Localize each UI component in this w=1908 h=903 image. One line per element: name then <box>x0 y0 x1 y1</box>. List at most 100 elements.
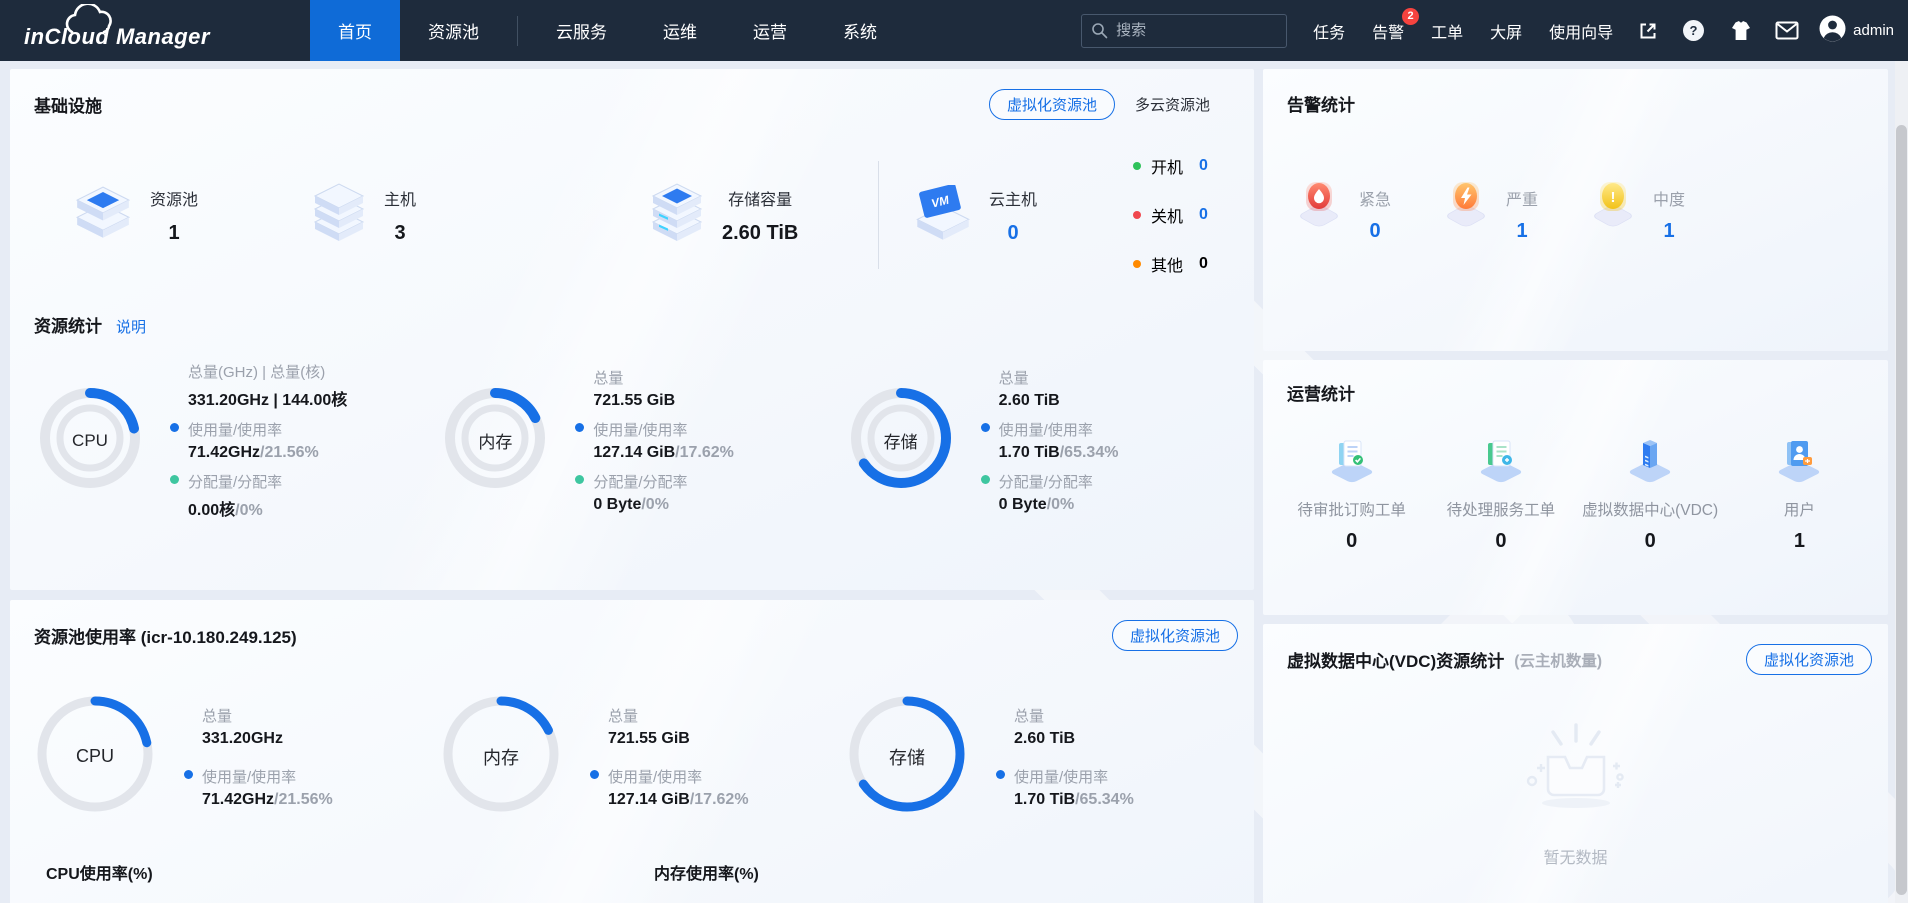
host-icon <box>310 182 368 249</box>
menu-item-resource-pool[interactable]: 资源池 <box>400 0 507 61</box>
status-row-off[interactable]: 关机0 <box>1133 203 1208 227</box>
alert-value: 1 <box>1516 220 1527 243</box>
stat-label: 资源池 <box>150 186 198 210</box>
cpu-usage-chart-title: CPU使用率(%) <box>46 860 654 884</box>
alert-value: 0 <box>1369 220 1380 243</box>
menu-item-ops[interactable]: 运维 <box>635 0 725 61</box>
external-link-icon[interactable] <box>1637 20 1659 42</box>
shirt-icon[interactable] <box>1728 20 1752 42</box>
svg-text:!: ! <box>1611 189 1616 206</box>
vdc-title: 虚拟数据中心(VDC)资源统计 <box>1287 647 1504 672</box>
critical-alarm-icon <box>1293 176 1349 235</box>
cpu-stat-group: CPU 总量(GHz) | 总量(核)331.20GHz | 144.00核 使… <box>38 361 443 520</box>
resource-donut-row: CPU 总量(GHz) | 总量(核)331.20GHz | 144.00核 使… <box>10 337 1254 520</box>
big-screen-link[interactable]: 大屏 <box>1490 19 1522 43</box>
op-value: 0 <box>1346 530 1357 553</box>
tab-virtualization-pool[interactable]: 虚拟化资源池 <box>989 89 1115 120</box>
usage-row: 使用量/使用率127.14 GiB/17.62% <box>575 419 734 462</box>
op-pending-services[interactable]: 待处理服务工单 0 <box>1426 435 1575 553</box>
infrastructure-title: 基础设施 <box>34 92 102 117</box>
vm-icon: VM <box>913 185 973 246</box>
app-logo[interactable]: inCloud Manager <box>0 0 310 61</box>
moderate-alarm-icon: ! <box>1587 176 1643 235</box>
menu-item-home[interactable]: 首页 <box>310 0 400 61</box>
alert-label: 严重 <box>1506 186 1538 210</box>
vdc-pool-pill[interactable]: 虚拟化资源池 <box>1746 644 1872 675</box>
blue-dot <box>170 423 179 432</box>
storage-usage-group: 存储 总量2.60 TiB 使用量/使用率1.70 TiB/65.34% <box>848 695 1254 818</box>
cpu-usage-group: CPU 总量331.20GHz 使用量/使用率71.42GHz/21.56% <box>36 695 442 818</box>
cloud-logo-icon <box>58 4 128 43</box>
stat-host[interactable]: 主机3 <box>310 182 648 249</box>
pool-usage-pill[interactable]: 虚拟化资源池 <box>1112 620 1238 651</box>
vm-status-list: 开机0 关机0 其他0 <box>1133 154 1208 276</box>
resource-stats-title: 资源统计 <box>34 312 102 337</box>
chart-titles-row: CPU使用率(%) 内存使用率(%) <box>10 860 1254 884</box>
alert-major[interactable]: 严重 1 <box>1440 176 1587 243</box>
menu-item-system[interactable]: 系统 <box>815 0 905 61</box>
pool-type-tabs: 虚拟化资源池 多云资源池 <box>989 89 1210 120</box>
stat-resource-pool[interactable]: 资源池 1 <box>72 185 310 246</box>
total-row: 总量331.20GHz <box>184 705 333 748</box>
memory-donut-chart: 内存 <box>443 386 547 495</box>
alert-value: 1 <box>1663 220 1674 243</box>
help-icon[interactable]: ? <box>1682 19 1705 42</box>
tickets-link[interactable]: 工单 <box>1431 19 1463 43</box>
status-label: 关机 <box>1151 203 1183 227</box>
empty-box-icon <box>1501 711 1651 834</box>
teal-dot <box>170 475 179 484</box>
op-label: 用户 <box>1784 498 1815 520</box>
infrastructure-header: 基础设施 虚拟化资源池 多云资源池 <box>10 69 1254 120</box>
menu-item-operation[interactable]: 运营 <box>725 0 815 61</box>
blue-dot <box>575 423 584 432</box>
stat-cloud-vm[interactable]: VM 云主机0 <box>879 185 1097 246</box>
op-value: 0 <box>1645 530 1656 553</box>
stat-value: 0 <box>1007 222 1018 245</box>
status-row-on[interactable]: 开机0 <box>1133 154 1208 178</box>
blue-dot <box>996 770 1005 779</box>
total-row: 总量721.55 GiB <box>575 367 734 410</box>
stat-storage-capacity[interactable]: 存储容量2.60 TiB <box>648 182 844 249</box>
scrollbar-thumb[interactable] <box>1896 125 1907 895</box>
memory-usage-chart-title: 内存使用率(%) <box>654 860 759 884</box>
service-ticket-icon <box>1477 435 1525 488</box>
dashboard-page: inCloud Manager 首页 资源池 云服务 运维 运营 系统 任务 告… <box>0 0 1908 903</box>
operation-stats-card: 运营统计 待审批订购工单 0 <box>1263 360 1888 615</box>
alarms-link[interactable]: 告警2 <box>1372 19 1404 43</box>
infrastructure-stats-row: 资源池 1 主机3 存储容量2.60 TiB <box>10 120 1254 276</box>
user-menu[interactable]: admin <box>1819 0 1894 61</box>
storage-usage-donut-chart: 存储 <box>848 695 966 818</box>
stat-value: 2.60 TiB <box>722 222 798 245</box>
menu-item-cloud-service[interactable]: 云服务 <box>528 0 635 61</box>
help-link[interactable]: 说明 <box>116 316 146 337</box>
op-pending-orders[interactable]: 待审批订购工单 0 <box>1277 435 1426 553</box>
stat-value: 1 <box>168 222 179 245</box>
alloc-row: 分配量/分配率0 Byte/0% <box>575 471 734 514</box>
top-navbar: inCloud Manager 首页 资源池 云服务 运维 运营 系统 任务 告… <box>0 0 1908 61</box>
status-row-other[interactable]: 其他0 <box>1133 252 1208 276</box>
teal-dot <box>575 475 584 484</box>
vdc-header: 虚拟数据中心(VDC)资源统计 (云主机数量) 虚拟化资源池 <box>1263 624 1888 675</box>
alert-critical[interactable]: 紧急 0 <box>1293 176 1440 243</box>
usage-row: 使用量/使用率71.42GHz/21.56% <box>184 766 333 809</box>
global-search <box>1081 14 1287 48</box>
op-users[interactable]: 用户 1 <box>1725 435 1874 553</box>
alert-moderate[interactable]: ! 中度1 <box>1587 176 1734 243</box>
alert-label: 紧急 <box>1359 186 1391 210</box>
operation-items-row: 待审批订购工单 0 待处理服务工单 0 <box>1263 405 1888 553</box>
svg-text:?: ? <box>1690 23 1698 38</box>
usage-row: 使用量/使用率1.70 TiB/65.34% <box>996 766 1134 809</box>
op-vdc-count[interactable]: 虚拟数据中心(VDC) 0 <box>1576 435 1725 553</box>
tasks-link[interactable]: 任务 <box>1313 19 1345 43</box>
resource-pool-icon <box>72 185 134 246</box>
tab-multicloud-pool[interactable]: 多云资源池 <box>1135 94 1210 115</box>
major-alarm-icon <box>1440 176 1496 235</box>
guide-link[interactable]: 使用向导 <box>1549 19 1613 43</box>
blue-dot <box>981 423 990 432</box>
scrollbar-track[interactable] <box>1895 61 1908 903</box>
infrastructure-card: 基础设施 虚拟化资源池 多云资源池 资源池 1 <box>10 69 1254 590</box>
search-input[interactable] <box>1081 14 1287 48</box>
alert-stats-card: 告警统计 紧急0 严重1 <box>1263 69 1888 351</box>
status-value: 0 <box>1199 157 1208 175</box>
mail-icon[interactable] <box>1775 21 1799 40</box>
